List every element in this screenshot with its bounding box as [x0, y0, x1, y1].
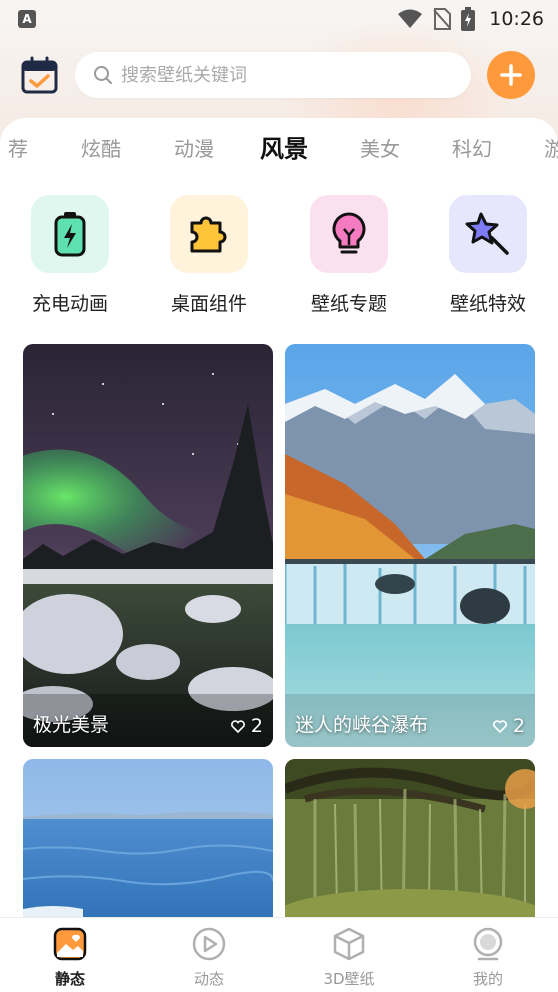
waterfall-image	[285, 344, 535, 747]
tab-anime[interactable]: 动漫	[164, 132, 224, 168]
search-icon	[94, 66, 112, 84]
battery-charging-status-icon	[461, 7, 476, 31]
bottom-navigation: 静态 动态 3D壁纸 我的	[0, 917, 558, 992]
add-button[interactable]	[487, 51, 535, 99]
app-notification-icon: A	[18, 10, 36, 28]
play-circle-icon	[191, 926, 227, 962]
like-number: 2	[250, 715, 263, 737]
like-count[interactable]: 2	[493, 715, 525, 737]
status-indicators: 10:26	[397, 7, 544, 31]
quick-label: 壁纸专题	[310, 293, 387, 315]
tab-scifi[interactable]: 科幻	[442, 132, 502, 168]
nav-mine[interactable]: 我的	[438, 926, 538, 989]
quick-label: 充电动画	[31, 293, 108, 315]
quick-wallpaper-effects[interactable]: 壁纸特效	[428, 195, 548, 316]
plus-icon	[500, 64, 522, 86]
cube-icon	[331, 926, 367, 962]
wallpaper-card[interactable]	[23, 759, 273, 918]
heart-icon	[231, 719, 245, 733]
forest-image	[285, 759, 535, 918]
nav-label: 3D壁纸	[323, 970, 375, 988]
heart-icon	[493, 719, 507, 733]
ocean-image	[23, 759, 273, 918]
lightbulb-icon	[332, 212, 366, 254]
quick-icon-bg	[31, 195, 109, 273]
tab-beauty[interactable]: 美女	[350, 132, 410, 168]
quick-charging-animation[interactable]: 充电动画	[10, 195, 130, 316]
quick-icon-bg	[310, 195, 388, 273]
nav-label: 我的	[472, 970, 503, 988]
battery-charging-icon	[54, 212, 86, 257]
quick-desktop-widgets[interactable]: 桌面组件	[149, 195, 269, 316]
tab-scenery[interactable]: 风景	[254, 132, 314, 168]
calendar-check-icon	[21, 56, 58, 94]
category-tabs: 荐 炫酷 动漫 风景 美女 科幻 游	[0, 132, 558, 172]
quick-icon-bg	[449, 195, 527, 273]
wallpaper-card[interactable]: 迷人的峡谷瀑布 2	[285, 344, 535, 747]
nav-static[interactable]: 静态	[20, 926, 120, 989]
status-bar: A 10:26	[0, 0, 558, 38]
card-title: 迷人的峡谷瀑布	[295, 714, 429, 736]
content-sheet: 荐 炫酷 动漫 风景 美女 科幻 游 充电动画 桌面组件 壁纸专题 壁纸特效 极…	[0, 118, 558, 918]
nav-label: 动态	[193, 970, 224, 988]
quick-entries: 充电动画 桌面组件 壁纸专题 壁纸特效	[0, 195, 558, 315]
like-count[interactable]: 2	[231, 715, 263, 737]
quick-label: 壁纸特效	[449, 293, 526, 315]
status-time: 10:26	[489, 8, 544, 30]
no-sim-icon	[433, 8, 452, 30]
calendar-button[interactable]	[20, 56, 60, 96]
header	[0, 48, 558, 102]
wifi-icon	[398, 9, 423, 28]
magic-wand-icon	[465, 212, 509, 255]
quick-label: 桌面组件	[170, 293, 247, 315]
tab-game[interactable]: 游	[524, 132, 558, 168]
search-bar[interactable]	[75, 52, 471, 98]
nav-3d[interactable]: 3D壁纸	[299, 926, 399, 989]
card-title: 极光美景	[33, 714, 110, 736]
profile-icon	[470, 926, 506, 962]
static-wallpaper-icon	[52, 926, 88, 962]
aurora-image	[23, 344, 273, 747]
like-number: 2	[512, 715, 525, 737]
wallpaper-card[interactable]	[285, 759, 535, 918]
nav-label: 静态	[54, 970, 85, 988]
search-input[interactable]	[121, 64, 441, 86]
wallpaper-card[interactable]: 极光美景 2	[23, 344, 273, 747]
puzzle-icon	[190, 216, 227, 253]
tab-recommend[interactable]: 荐	[0, 132, 48, 168]
quick-icon-bg	[170, 195, 248, 273]
quick-wallpaper-topics[interactable]: 壁纸专题	[289, 195, 409, 316]
tab-cool[interactable]: 炫酷	[71, 132, 131, 168]
nav-dynamic[interactable]: 动态	[159, 926, 259, 989]
